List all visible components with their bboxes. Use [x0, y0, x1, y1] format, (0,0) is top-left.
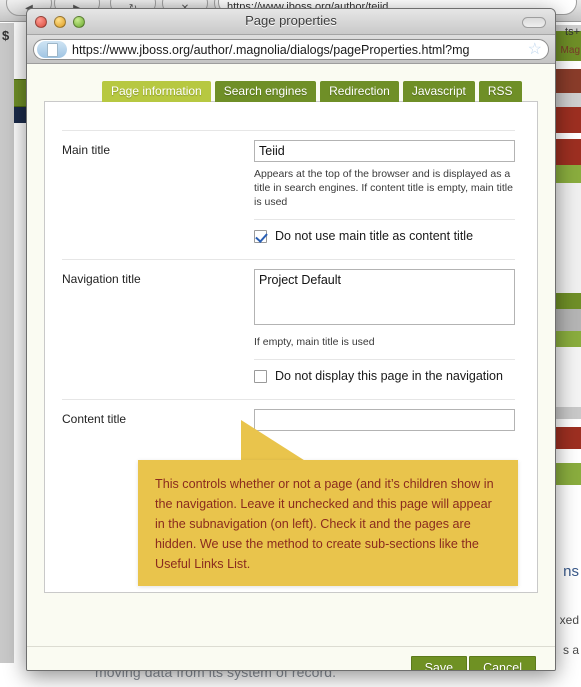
do-not-use-main-title-label: Do not use main title as content title [275, 229, 474, 243]
background-text: Mag [560, 45, 580, 56]
content-block [555, 309, 581, 331]
content-block [555, 107, 581, 133]
window-location-bar: https://www.jboss.org/author/.magnolia/d… [27, 35, 555, 64]
dialog-footer: Save Cancel [27, 646, 555, 670]
do-not-display-page-label: Do not display this page in the navigati… [275, 369, 503, 383]
page-properties-window: Page properties https://www.jboss.org/au… [26, 8, 556, 671]
save-button[interactable]: Save [410, 655, 468, 670]
main-title-input[interactable] [254, 140, 515, 162]
cancel-button[interactable]: Cancel [469, 655, 536, 670]
dialog-tabs: Page information Search engines Redirect… [44, 80, 538, 102]
background-text: ns [563, 563, 579, 580]
url-bar[interactable]: https://www.jboss.org/author/.magnolia/d… [33, 39, 549, 60]
tab-search-engines[interactable]: Search engines [214, 81, 317, 102]
tab-javascript[interactable]: Javascript [402, 81, 475, 102]
bookmark-star-icon[interactable]: ☆ [528, 42, 542, 58]
content-title-label: Content title [62, 412, 127, 426]
content-block [555, 139, 581, 165]
annotation-callout: This controls whether or not a page (and… [138, 460, 518, 586]
main-title-hint: Appears at the top of the browser and is… [254, 168, 513, 208]
content-block [555, 69, 581, 93]
background-text: xed [559, 613, 579, 627]
navigation-title-textarea[interactable]: Project Default [254, 269, 515, 325]
main-title-checkbox-row[interactable]: Do not use main title as content title [254, 219, 515, 243]
do-not-display-page-checkbox[interactable] [254, 369, 267, 383]
content-block [555, 463, 581, 485]
do-not-use-main-title-checkbox[interactable] [254, 229, 267, 243]
background-left-sidebar [0, 23, 14, 663]
url-text: https://www.jboss.org/author/.magnolia/d… [72, 42, 470, 57]
background-text: ts+ [565, 26, 580, 38]
window-titlebar[interactable]: Page properties [27, 9, 555, 35]
callout-text: This controls whether or not a page (and… [155, 477, 494, 571]
window-title: Page properties [245, 13, 337, 28]
navigation-title-hint: If empty, main title is used [254, 336, 375, 348]
field-row-main-title: Main title Appears at the top of the bro… [62, 130, 515, 251]
navigation-visibility-checkbox-row[interactable]: Do not display this page in the navigati… [254, 359, 515, 383]
content-block [555, 61, 581, 69]
page-document-icon [46, 42, 58, 57]
content-block [555, 293, 581, 309]
background-text: s a [562, 643, 579, 657]
field-row-navigation-title: Navigation title Project Default If empt… [62, 259, 515, 391]
content-block [555, 427, 581, 449]
callout-pointer [241, 420, 307, 462]
content-block [555, 183, 581, 293]
content-block [555, 331, 581, 347]
tab-redirection[interactable]: Redirection [320, 81, 399, 102]
site-identity-chip[interactable] [37, 41, 67, 58]
toolbar-toggle-button[interactable] [522, 17, 546, 28]
background-text: $ [2, 28, 10, 43]
content-block [555, 93, 581, 107]
tab-rss[interactable]: RSS [478, 81, 522, 102]
content-block [555, 165, 581, 183]
content-block [555, 347, 581, 407]
navigation-title-label: Navigation title [62, 272, 141, 286]
main-title-label: Main title [62, 143, 111, 157]
tab-page-information[interactable]: Page information [102, 81, 211, 102]
dialog-body: Page information Search engines Redirect… [27, 64, 555, 646]
content-block [555, 407, 581, 419]
